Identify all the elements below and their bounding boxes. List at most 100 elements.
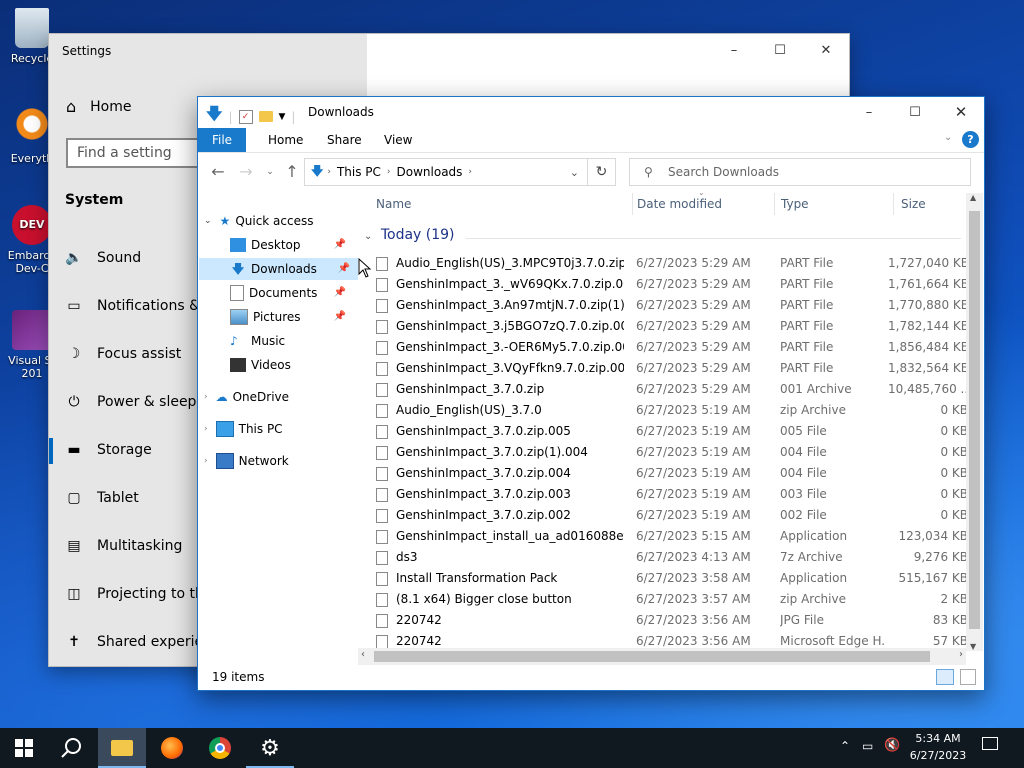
tree-pictures[interactable]: Pictures 📌	[230, 306, 354, 328]
up-button[interactable]: ↑	[282, 162, 302, 182]
tree-onedrive[interactable]: › ☁ OneDrive	[204, 386, 289, 408]
horizontal-scroll-thumb[interactable]	[374, 651, 930, 662]
file-size: 1,727,040 KB	[888, 256, 968, 270]
tree-label: Pictures	[253, 310, 301, 324]
settings-item-tablet[interactable]: ▢ Tablet	[65, 489, 138, 507]
notification-center-icon[interactable]	[982, 737, 998, 750]
tab-home[interactable]: Home	[258, 128, 313, 152]
tree-this-pc[interactable]: › This PC	[204, 418, 283, 440]
network-icon	[215, 453, 234, 469]
show-hidden-icons-icon[interactable]: ⌃	[840, 739, 850, 753]
network-icon[interactable]: ▭	[862, 739, 873, 753]
horizontal-scrollbar[interactable]: ‹ ›	[358, 648, 966, 665]
start-button[interactable]	[0, 728, 48, 768]
forward-button[interactable]: →	[236, 162, 256, 182]
settings-item-multitasking[interactable]: ▤ Multitasking	[65, 537, 182, 555]
large-icons-view-icon[interactable]	[960, 669, 976, 685]
details-view-icon[interactable]	[936, 669, 954, 685]
file-row[interactable]: GenshinImpact_3.j5BGO7zQ.7.0.zip.004.p..…	[376, 316, 968, 337]
search-placeholder: Search Downloads	[668, 165, 779, 179]
taskbar-firefox[interactable]	[148, 728, 196, 768]
file-row[interactable]: Install Transformation Pack 6/27/2023 3:5…	[376, 568, 968, 589]
file-date: 6/27/2023 5:29 AM	[636, 298, 751, 312]
file-row[interactable]: GenshinImpact_3.7.0.zip(1).004 6/27/2023 …	[376, 442, 968, 463]
tree-network[interactable]: › Network	[204, 450, 289, 472]
star-icon: ★	[219, 214, 231, 228]
refresh-button[interactable]: ↻	[588, 158, 616, 186]
file-row[interactable]: GenshinImpact_3.-OER6My5.7.0.zip.002.p..…	[376, 337, 968, 358]
group-header-today[interactable]: ⌄ Today (19)	[364, 227, 455, 243]
chevron-down-icon[interactable]: ⌄	[570, 166, 579, 179]
column-header-type[interactable]: Type	[781, 197, 809, 211]
tree-desktop[interactable]: Desktop 📌	[230, 234, 354, 256]
help-icon[interactable]: ?	[962, 131, 979, 148]
clock-time[interactable]: 5:34 AM	[906, 732, 970, 745]
file-row[interactable]: Audio_English(US)_3.7.0 6/27/2023 5:19 AM…	[376, 400, 968, 421]
scroll-down-icon[interactable]: ▼	[970, 642, 976, 651]
file-row[interactable]: GenshinImpact_3._wV69QKx.7.0.zip.005.par…	[376, 274, 968, 295]
back-button[interactable]: ←	[208, 162, 228, 182]
file-row[interactable]: ds3 6/27/2023 4:13 AM 7z Archive 9,276 KB	[376, 547, 968, 568]
column-header-name[interactable]: Name	[376, 197, 411, 211]
tree-music[interactable]: ♪ Music	[230, 330, 285, 352]
file-name: Install Transformation Pack	[396, 571, 558, 585]
tree-quick-access[interactable]: ⌄ ★ Quick access	[204, 210, 314, 232]
file-date: 6/27/2023 5:19 AM	[636, 466, 751, 480]
tab-file[interactable]: File	[198, 128, 246, 152]
vertical-scrollbar[interactable]: ▲ ▼	[966, 193, 983, 651]
breadcrumb-this-pc[interactable]: This PC	[337, 165, 381, 179]
file-row[interactable]: GenshinImpact_3.7.0.zip.003 6/27/2023 5:1…	[376, 484, 968, 505]
tab-view[interactable]: View	[374, 128, 422, 152]
properties-icon[interactable]: ✓	[238, 109, 253, 124]
settings-item-power[interactable]: ⏻ Power & sleep	[65, 393, 196, 411]
search-button[interactable]	[48, 728, 96, 768]
scroll-left-icon[interactable]: ‹	[361, 649, 365, 660]
settings-item-focus-assist[interactable]: ☽ Focus assist	[65, 345, 182, 363]
taskbar-file-explorer[interactable]	[98, 728, 146, 768]
tab-share[interactable]: Share	[317, 128, 372, 152]
videos-icon	[230, 358, 246, 372]
settings-item-notifications[interactable]: ▭ Notifications & a	[65, 297, 213, 315]
settings-item-projecting[interactable]: ◫ Projecting to this	[65, 585, 215, 603]
file-row[interactable]: GenshinImpact_3.7.0.zip.004 6/27/2023 5:1…	[376, 463, 968, 484]
column-header-size[interactable]: Size	[901, 197, 926, 211]
close-button[interactable]: ✕	[938, 97, 984, 127]
file-row[interactable]: GenshinImpact_3.7.0.zip.005 6/27/2023 5:1…	[376, 421, 968, 442]
file-row[interactable]: Audio_English(US)_3.MPC9T0j3.7.0.zip.par…	[376, 253, 968, 274]
breadcrumb-downloads[interactable]: Downloads	[397, 165, 463, 179]
settings-item-sound[interactable]: 🔈 Sound	[65, 249, 141, 267]
close-button[interactable]: ✕	[803, 34, 849, 66]
taskbar-settings[interactable]: ⚙	[246, 728, 294, 768]
file-row[interactable]: GenshinImpact_3.7.0.zip 6/27/2023 5:29 AM…	[376, 379, 968, 400]
file-row[interactable]: GenshinImpact_3.An97mtjN.7.0.zip(1).00..…	[376, 295, 968, 316]
column-header-date[interactable]: Date modified	[637, 197, 722, 211]
new-folder-icon[interactable]	[258, 111, 273, 122]
file-row[interactable]: GenshinImpact_install_ua_ad016088ef41 6/2…	[376, 526, 968, 547]
file-row[interactable]: GenshinImpact_3.7.0.zip.002 6/27/2023 5:1…	[376, 505, 968, 526]
settings-item-storage[interactable]: ▬ Storage	[65, 441, 151, 459]
customize-dropdown-icon[interactable]: ▼	[279, 112, 286, 122]
tree-videos[interactable]: Videos	[230, 354, 291, 376]
maximize-button[interactable]: ☐	[757, 34, 803, 66]
scroll-up-icon[interactable]: ▲	[970, 193, 976, 202]
minimize-button[interactable]: –	[846, 97, 892, 127]
address-bar[interactable]: 🡇 › This PC › Downloads › ⌄	[304, 158, 588, 186]
file-row[interactable]: (8.1 x64) Bigger close button 6/27/2023 3…	[376, 589, 968, 610]
pin-icon: 📌	[333, 311, 346, 322]
file-row[interactable]: 220742 6/27/2023 3:56 AM JPG File 83 KB	[376, 610, 968, 631]
recent-locations-button[interactable]: ⌄	[260, 162, 280, 182]
tree-downloads[interactable]: 🡇 Downloads 📌	[199, 258, 358, 280]
vertical-scroll-thumb[interactable]	[969, 211, 980, 629]
settings-item-label: Focus assist	[97, 346, 182, 362]
volume-muted-icon[interactable]: 🔇	[884, 738, 900, 753]
maximize-button[interactable]: ☐	[892, 97, 938, 127]
file-row[interactable]: GenshinImpact_3.VQyFfkn9.7.0.zip.003.par…	[376, 358, 968, 379]
clock-date[interactable]: 6/27/2023	[906, 749, 970, 762]
minimize-button[interactable]: –	[711, 34, 757, 66]
scroll-right-icon[interactable]: ›	[959, 649, 963, 660]
search-input[interactable]: ⚲ Search Downloads	[629, 158, 971, 186]
expand-ribbon-icon[interactable]: ⌄	[944, 132, 952, 143]
taskbar-chrome[interactable]	[196, 728, 244, 768]
settings-home[interactable]: ⌂ Home	[66, 97, 132, 116]
tree-documents[interactable]: Documents 📌	[230, 282, 354, 304]
